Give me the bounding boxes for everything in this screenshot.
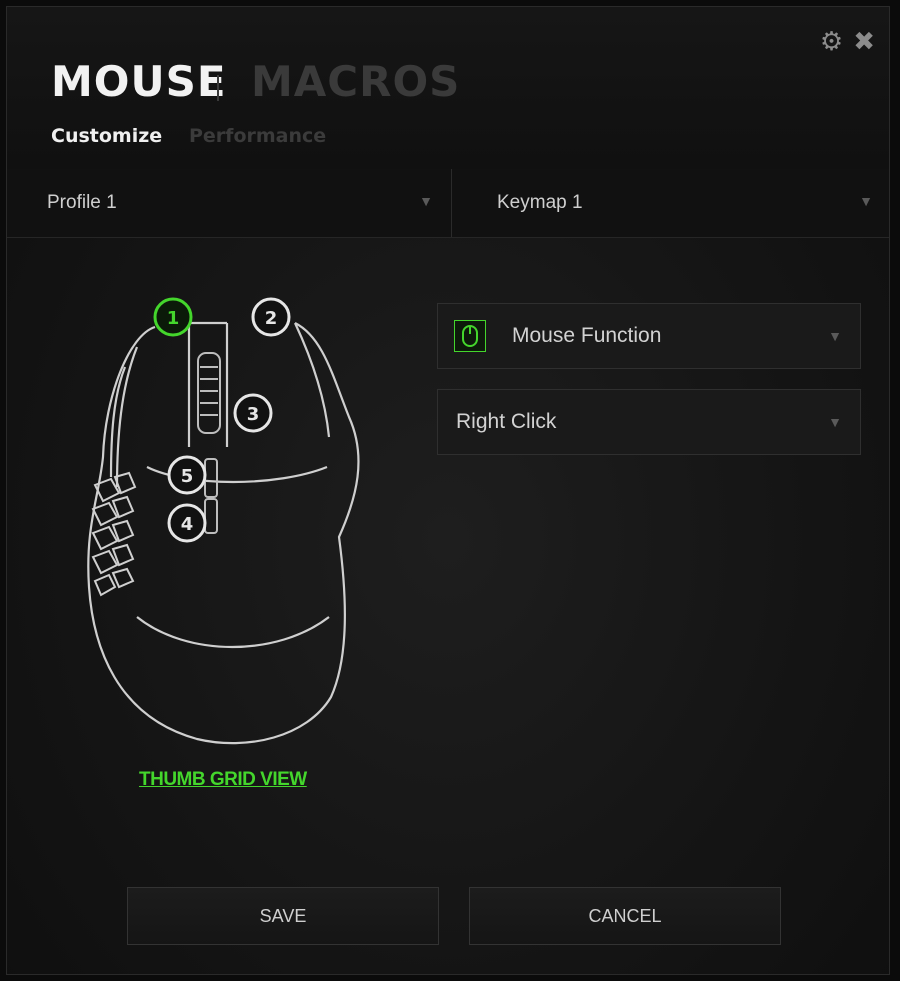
save-button[interactable]: SAVE bbox=[127, 887, 439, 945]
chevron-down-icon: ▼ bbox=[828, 328, 842, 344]
action-dropdown[interactable]: Right Click ▼ bbox=[437, 389, 861, 455]
callout-4[interactable]: 4 bbox=[167, 503, 207, 543]
profile-dropdown-label: Profile 1 bbox=[47, 192, 117, 213]
chevron-down-icon: ▼ bbox=[859, 193, 873, 209]
keymap-dropdown-label: Keymap 1 bbox=[497, 192, 583, 213]
subtab-customize[interactable]: Customize bbox=[51, 125, 162, 147]
mouse-icon bbox=[454, 320, 486, 352]
callout-3[interactable]: 3 bbox=[233, 393, 273, 433]
thumb-grid-view-link[interactable]: THUMB GRID VIEW bbox=[139, 769, 307, 791]
profile-dropdown[interactable]: Profile 1 ▼ bbox=[7, 169, 452, 237]
callout-2[interactable]: 2 bbox=[251, 297, 291, 337]
window-controls: ⚙ ✖ bbox=[820, 29, 875, 55]
gear-icon[interactable]: ⚙ bbox=[820, 29, 843, 55]
close-icon[interactable]: ✖ bbox=[853, 29, 875, 55]
selector-bar: Profile 1 ▼ Keymap 1 ▼ bbox=[7, 169, 889, 238]
callout-5[interactable]: 5 bbox=[167, 455, 207, 495]
svg-text:1: 1 bbox=[167, 308, 180, 329]
tab-separator bbox=[217, 75, 219, 101]
svg-text:4: 4 bbox=[181, 514, 194, 535]
chevron-down-icon: ▼ bbox=[828, 414, 842, 430]
callout-1[interactable]: 1 bbox=[153, 297, 193, 337]
tab-macros[interactable]: MACROS bbox=[251, 57, 460, 106]
svg-text:5: 5 bbox=[181, 466, 194, 487]
subtab-performance[interactable]: Performance bbox=[189, 125, 326, 147]
button-callouts: 1 2 3 5 4 bbox=[153, 297, 291, 543]
function-dropdown-label: Mouse Function bbox=[512, 324, 662, 347]
svg-text:2: 2 bbox=[265, 308, 278, 329]
mouse-diagram: 1 2 3 5 4 bbox=[77, 287, 397, 757]
chevron-down-icon: ▼ bbox=[419, 193, 433, 209]
tab-mouse[interactable]: MOUSE bbox=[51, 57, 227, 106]
header: MOUSE MACROS Customize Performance ⚙ ✖ bbox=[7, 7, 889, 170]
keymap-dropdown[interactable]: Keymap 1 ▼ bbox=[453, 169, 891, 237]
cancel-button[interactable]: CANCEL bbox=[469, 887, 781, 945]
function-dropdown[interactable]: Mouse Function ▼ bbox=[437, 303, 861, 369]
svg-text:3: 3 bbox=[247, 404, 260, 425]
action-dropdown-label: Right Click bbox=[456, 410, 557, 433]
app-window: MOUSE MACROS Customize Performance ⚙ ✖ P… bbox=[6, 6, 890, 975]
